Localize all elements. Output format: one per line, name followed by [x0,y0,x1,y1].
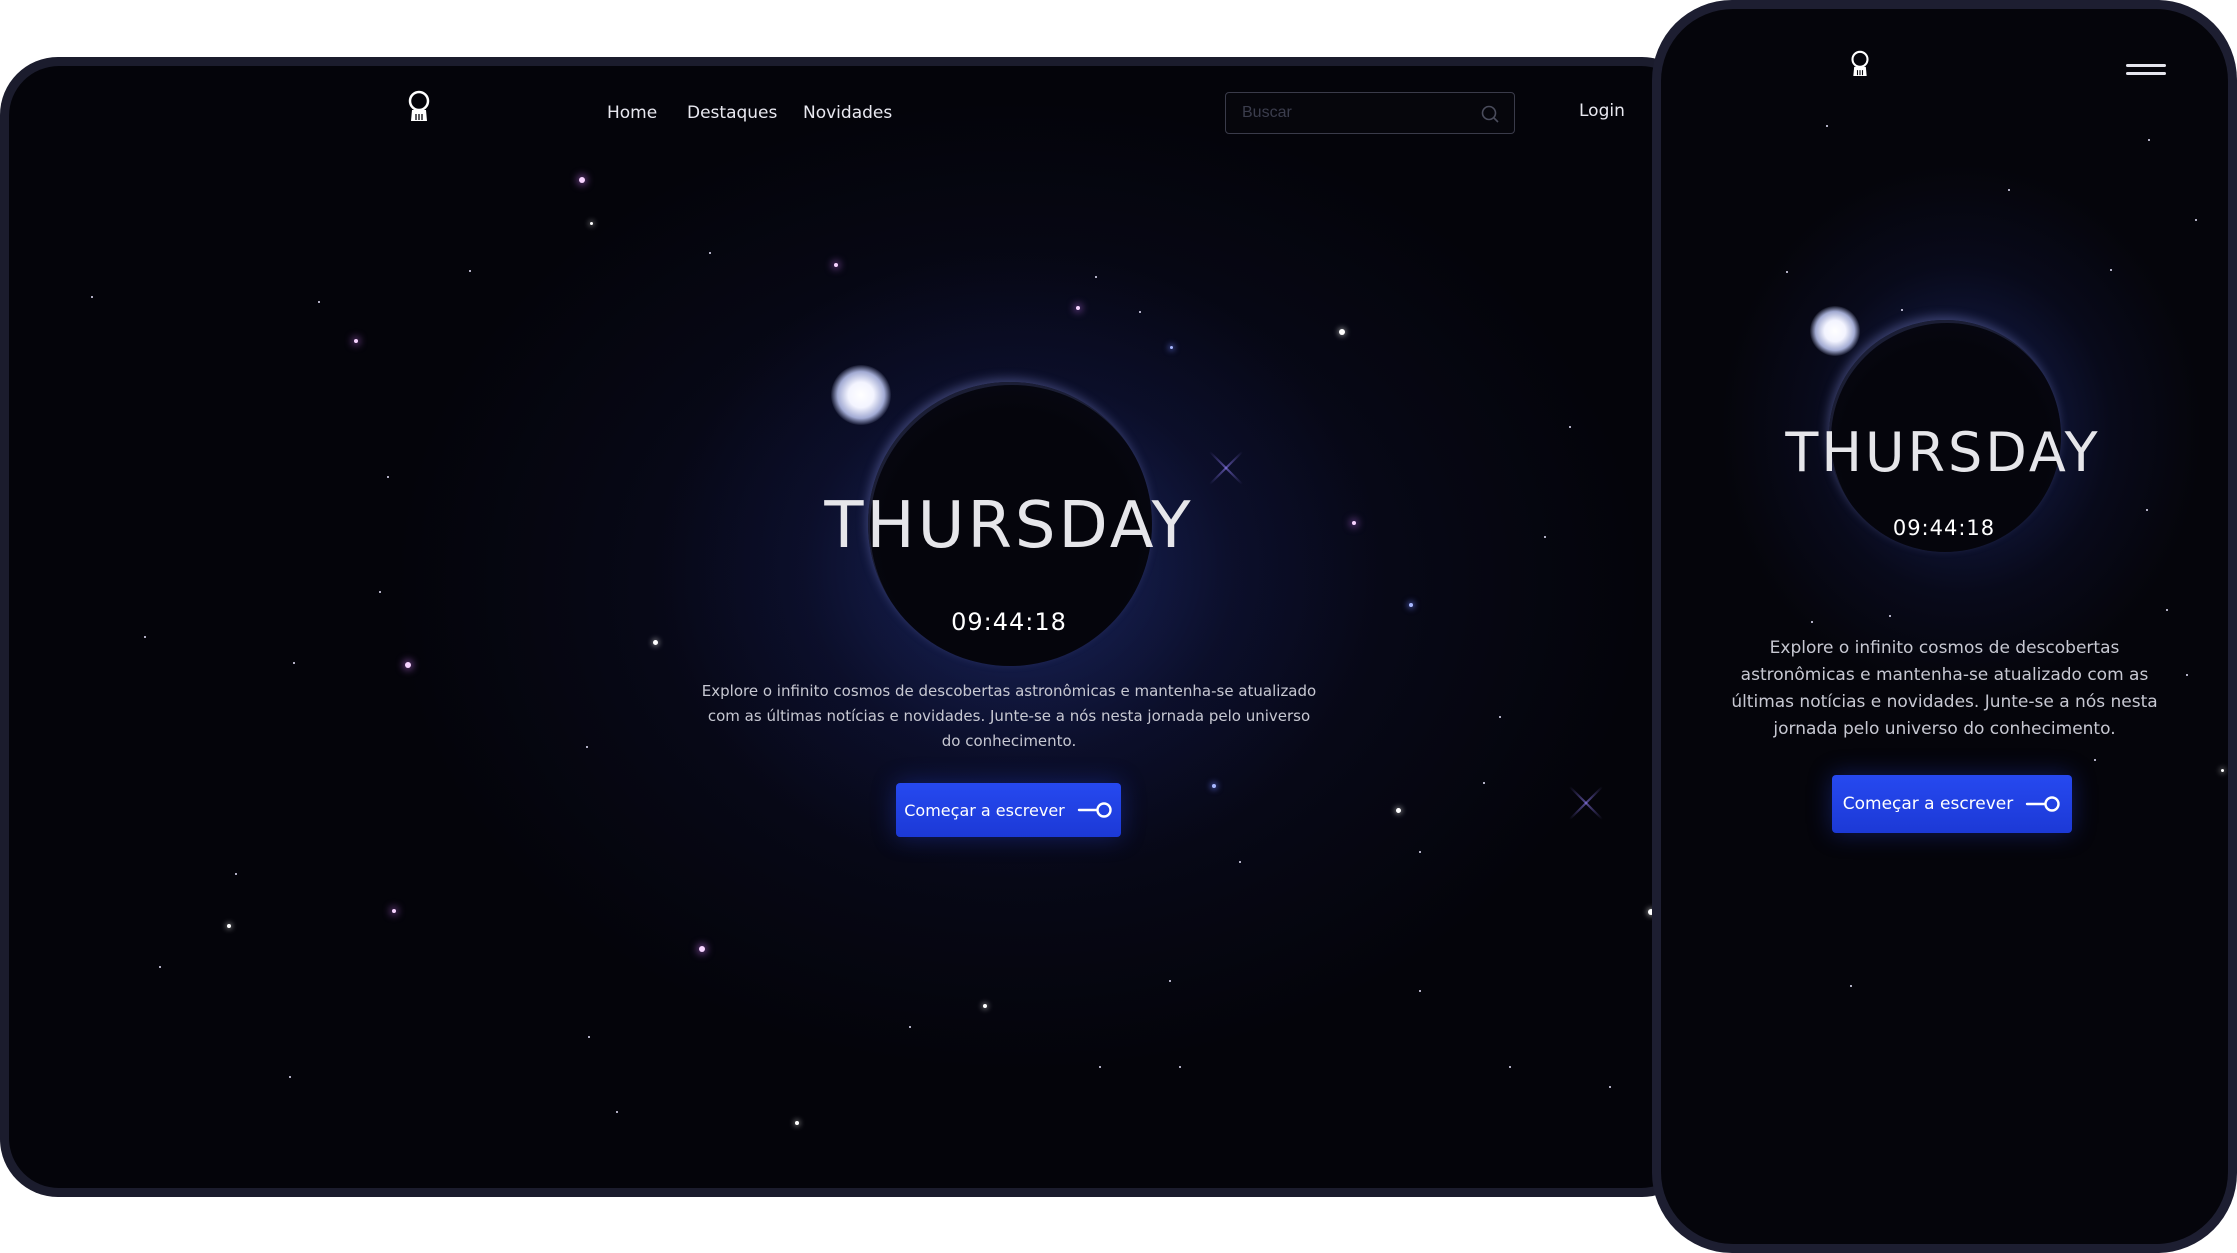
star [1786,271,1788,273]
star [909,1026,911,1028]
star [91,296,93,298]
star [1609,1086,1611,1088]
star [1339,329,1345,335]
search-input[interactable]: Buscar [1225,92,1515,134]
star [586,746,588,748]
star [1569,426,1571,428]
nav-link-home[interactable]: Home [607,103,657,123]
search-placeholder: Buscar [1242,104,1292,121]
star [1099,1066,1101,1068]
sparkle [1203,445,1249,491]
desktop-screen: Home Destaques Novidades Buscar Login TH… [9,66,1691,1188]
star [1139,311,1141,313]
star [469,270,471,272]
star [2221,769,2224,772]
star [159,966,161,968]
star [1483,782,1485,784]
star [405,662,411,668]
star [2186,674,2188,676]
hero-description: Explore o infinito cosmos de descobertas… [1731,638,2158,739]
star [1509,1066,1511,1068]
star [392,909,396,913]
star [1499,716,1501,718]
star [709,252,711,254]
star [2146,509,2148,511]
star [653,640,658,645]
clock-time: 09:44:18 [951,608,1067,636]
star [834,263,838,267]
star [1076,306,1080,310]
star [379,591,381,593]
star [1419,990,1421,992]
star [590,222,593,225]
phone-frame: THURSDAY 09:44:18 Explore o infinito cos… [1652,0,2237,1253]
clock-time: 09:44:18 [1892,516,1996,540]
day-title: THURSDAY [824,489,1194,563]
star [235,873,237,875]
star [1409,603,1413,607]
star [579,177,585,183]
phone-screen: THURSDAY 09:44:18 Explore o infinito cos… [1661,9,2228,1244]
key-arrow-icon [1077,802,1112,818]
star [144,636,146,638]
day-title: THURSDAY [1785,421,2101,484]
star [1396,808,1401,813]
star [2008,189,2010,191]
astronaut-helmet-icon[interactable] [407,90,431,122]
star [1352,521,1356,525]
star [1212,784,1216,788]
hero-description: Explore o infinito cosmos de descobertas… [701,682,1317,750]
star [318,301,320,303]
star [1811,621,1813,623]
star [1170,346,1173,349]
glowing-sun [831,365,891,425]
star [1169,980,1171,982]
start-writing-button[interactable]: Começar a escrever [896,783,1121,837]
star [387,476,389,478]
start-writing-button[interactable]: Começar a escrever [1832,775,2072,833]
start-writing-label: Começar a escrever [1842,794,2014,814]
top-nav: Home Destaques Novidades Buscar Login [9,66,1691,166]
star [1889,615,1891,617]
hamburger-menu-icon[interactable] [2126,64,2166,78]
desktop-frame: Home Destaques Novidades Buscar Login TH… [0,57,1700,1197]
star [2166,609,2168,611]
star [1239,861,1241,863]
nav-link-novidades[interactable]: Novidades [803,103,892,123]
star [983,1004,987,1008]
start-writing-label: Começar a escrever [904,800,1065,820]
search-icon[interactable] [1480,104,1500,124]
star [1544,536,1546,538]
glowing-sun [1810,306,1860,356]
star [2110,269,2112,271]
login-link[interactable]: Login [1579,101,1625,121]
star [293,662,295,664]
star [1901,309,1903,311]
star [588,1036,590,1038]
star [1850,985,1852,987]
star [1179,1066,1181,1068]
star [2148,139,2150,141]
star [289,1076,291,1078]
star [616,1111,618,1113]
star [354,339,358,343]
star [2094,759,2096,761]
key-arrow-icon [2026,796,2060,812]
star [795,1121,799,1125]
star [2195,219,2197,221]
sparkle [1563,780,1609,826]
star [1419,851,1421,853]
star [227,924,231,928]
star [1826,125,1828,127]
nav-link-destaques[interactable]: Destaques [687,103,777,123]
star [1095,276,1097,278]
astronaut-helmet-icon[interactable] [1850,50,1870,77]
star [699,946,705,952]
